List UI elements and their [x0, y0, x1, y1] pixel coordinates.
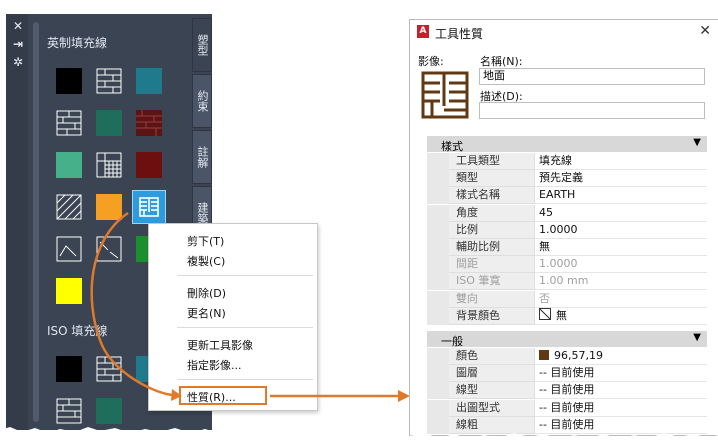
row-gutter: [427, 256, 449, 274]
image-label: 影像:: [418, 55, 444, 68]
row-gutter: [427, 365, 449, 383]
property-value-text: 無: [539, 240, 550, 253]
property-name: 樣式名稱: [449, 187, 534, 205]
property-name: 圖層: [449, 365, 534, 383]
property-value-text: 45: [539, 205, 553, 219]
row-gutter: [427, 273, 449, 291]
property-name: 比例: [449, 221, 534, 239]
row-gutter: [427, 204, 449, 222]
no-fill-swatch-icon: [539, 307, 551, 320]
property-row[interactable]: 線型 -- 目前使用: [427, 382, 707, 400]
row-gutter: [427, 307, 449, 325]
chevron-down-icon[interactable]: ▼: [693, 332, 701, 343]
property-value-text: -- 目前使用: [539, 383, 595, 397]
dialog-title-bar: A 工具性質 ✕: [410, 20, 718, 44]
autocad-logo-icon: A: [417, 25, 429, 38]
property-value[interactable]: 45: [534, 204, 707, 222]
property-value-text: -- 目前使用: [539, 417, 595, 431]
property-row[interactable]: 圖層 -- 目前使用: [427, 365, 707, 383]
property-value[interactable]: 1.00 mm: [534, 273, 707, 291]
property-name: 類型: [449, 170, 534, 188]
description-field[interactable]: [479, 102, 705, 119]
property-value[interactable]: 預先定義: [534, 170, 707, 188]
property-row[interactable]: 顏色 96,57,19: [427, 348, 707, 365]
row-gutter: [427, 170, 449, 188]
property-value[interactable]: EARTH: [534, 187, 707, 205]
tool-image-preview[interactable]: [420, 70, 470, 120]
section-header-general[interactable]: 一般 ▼: [427, 331, 707, 348]
property-value-text: 1.00 mm: [539, 274, 589, 288]
property-value-text: EARTH: [539, 188, 576, 202]
dialog-title: 工具性質: [435, 27, 484, 41]
row-gutter: [427, 399, 449, 417]
chevron-down-icon[interactable]: ▼: [693, 137, 701, 148]
property-value[interactable]: 無: [534, 239, 707, 256]
property-row[interactable]: 背景顏色 無: [427, 307, 707, 325]
property-row[interactable]: 樣式名稱 EARTH: [427, 187, 707, 205]
property-value[interactable]: 96,57,19: [534, 348, 707, 365]
property-name: ISO 筆寬: [449, 273, 534, 291]
row-gutter: [427, 221, 449, 239]
property-value[interactable]: 否: [534, 290, 707, 308]
torn-edge: [409, 433, 718, 444]
section-title: 一般: [441, 335, 463, 348]
property-value-text: 填充線: [539, 154, 572, 167]
name-label: 名稱(N):: [480, 55, 523, 68]
property-value[interactable]: -- 目前使用: [534, 365, 707, 383]
property-value[interactable]: 1.0000: [534, 256, 707, 274]
property-value-text: -- 目前使用: [539, 366, 595, 380]
property-row[interactable]: ISO 筆寬 1.00 mm: [427, 273, 707, 291]
property-value-text: 否: [539, 291, 550, 305]
property-name: 工具類型: [449, 153, 534, 170]
property-value[interactable]: 1.0000: [534, 221, 707, 239]
property-name: 顏色: [449, 348, 534, 365]
property-row[interactable]: 間距 1.0000: [427, 256, 707, 274]
property-row[interactable]: 出圖型式 -- 目前使用: [427, 399, 707, 417]
property-row[interactable]: 類型 預先定義: [427, 170, 707, 188]
property-name: 線型: [449, 382, 534, 400]
row-gutter: [427, 382, 449, 400]
property-value-text: 1.0000: [539, 257, 578, 271]
section-header-style[interactable]: 樣式 ▼: [427, 136, 707, 153]
property-row[interactable]: 角度 45: [427, 204, 707, 222]
property-row[interactable]: 工具類型 填充線: [427, 153, 707, 170]
row-gutter: [427, 187, 449, 205]
row-gutter: [427, 153, 449, 170]
close-icon[interactable]: ✕: [699, 23, 711, 39]
row-gutter: [427, 239, 449, 256]
property-name: 輔助比例: [449, 239, 534, 256]
property-value-text: 96,57,19: [554, 349, 603, 362]
property-value[interactable]: 填充線: [534, 153, 707, 170]
property-value-text: 預先定義: [539, 171, 583, 185]
property-value-text: -- 目前使用: [539, 400, 595, 414]
property-value[interactable]: -- 目前使用: [534, 399, 707, 417]
property-value[interactable]: -- 目前使用: [534, 382, 707, 400]
row-gutter: [427, 348, 449, 365]
property-value[interactable]: 無: [534, 307, 707, 325]
property-value-text: 無: [556, 308, 567, 322]
property-name: 背景顏色: [449, 307, 534, 325]
row-gutter: [427, 290, 449, 308]
property-name: 雙向: [449, 290, 534, 308]
property-row[interactable]: 輔助比例無: [427, 239, 707, 256]
name-field[interactable]: 地面: [479, 68, 705, 85]
property-row[interactable]: 比例 1.0000: [427, 221, 707, 239]
color-swatch: [539, 350, 549, 360]
property-value-text: 1.0000: [539, 222, 578, 236]
section-title: 樣式: [441, 140, 463, 153]
property-row[interactable]: 雙向否: [427, 290, 707, 308]
property-name: 間距: [449, 256, 534, 274]
property-name: 角度: [449, 204, 534, 222]
property-name: 出圖型式: [449, 399, 534, 417]
